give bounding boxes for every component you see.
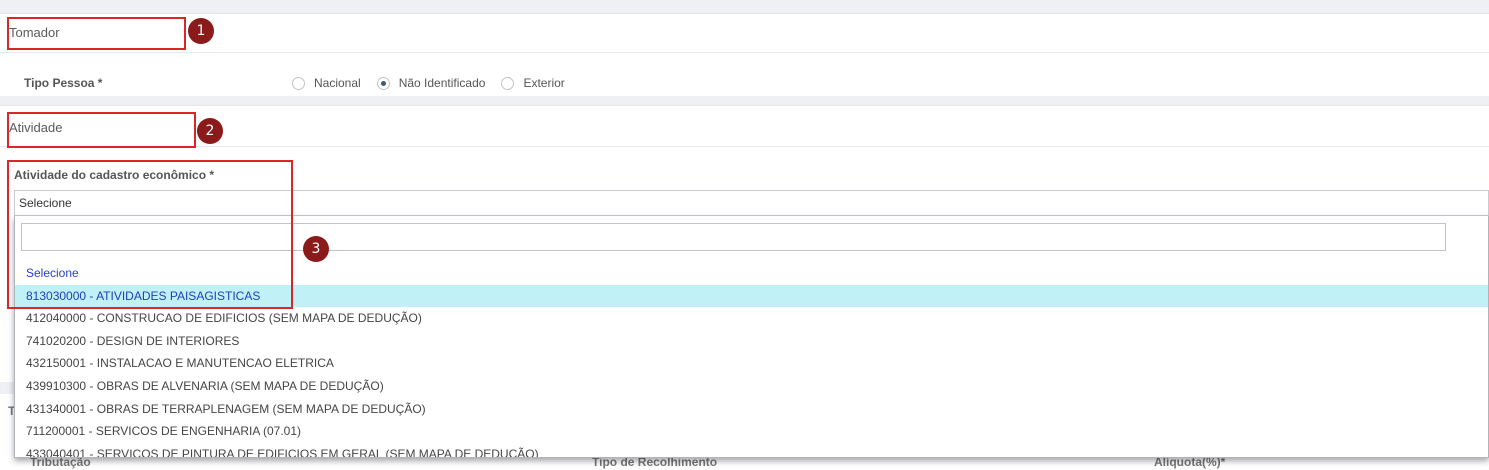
dropdown-option[interactable]: 439910300 - OBRAS DE ALVENARIA (SEM MAPA…	[15, 375, 1488, 398]
annotation-badge-3: 3	[303, 236, 329, 262]
divider	[0, 52, 1489, 53]
tomador-header-band	[0, 3, 1489, 13]
annotation-badge-1: 1	[188, 18, 214, 44]
dropdown-option[interactable]: 412040000 - CONSTRUCAO DE EDIFICIOS (SEM…	[15, 307, 1488, 330]
radio-label: Exterior	[523, 76, 565, 90]
dropdown-option[interactable]: 711200001 - SERVICOS DE ENGENHARIA (07.0…	[15, 420, 1488, 443]
radio-label: Nacional	[314, 76, 361, 90]
dropdown-option[interactable]: 432150001 - INSTALACAO E MANUTENCAO ELET…	[15, 352, 1488, 375]
radio-circle[interactable]	[292, 76, 305, 90]
annotation-box-tomador	[7, 17, 186, 50]
radio-exterior[interactable]: Exterior	[501, 76, 565, 90]
dropdown-option[interactable]: 431340001 - OBRAS DE TERRAPLENAGEM (SEM …	[15, 398, 1488, 421]
radio-label: Não Identificado	[398, 76, 486, 90]
radio-circle-selected[interactable]	[376, 76, 390, 90]
divider	[0, 13, 1489, 14]
tipo-pessoa-radio-group: Nacional Não Identificado Exterior	[292, 76, 581, 90]
divider	[0, 146, 1489, 147]
radio-circle[interactable]	[501, 76, 515, 90]
annotation-box-atividade	[7, 112, 196, 148]
dropdown-option[interactable]: 741020200 - DESIGN DE INTERIORES	[15, 330, 1488, 353]
atividade-header-band	[0, 96, 1489, 105]
radio-nacional[interactable]: Nacional	[292, 76, 361, 90]
tipo-pessoa-label: Tipo Pessoa *	[24, 76, 103, 90]
annotation-box-atividade-select	[7, 160, 293, 309]
divider	[0, 105, 1489, 106]
dropdown-option[interactable]: 433040401 - SERVICOS DE PINTURA DE EDIFI…	[15, 443, 1488, 457]
annotation-badge-2: 2	[197, 118, 223, 144]
radio-nao-identificado[interactable]: Não Identificado	[376, 76, 486, 90]
